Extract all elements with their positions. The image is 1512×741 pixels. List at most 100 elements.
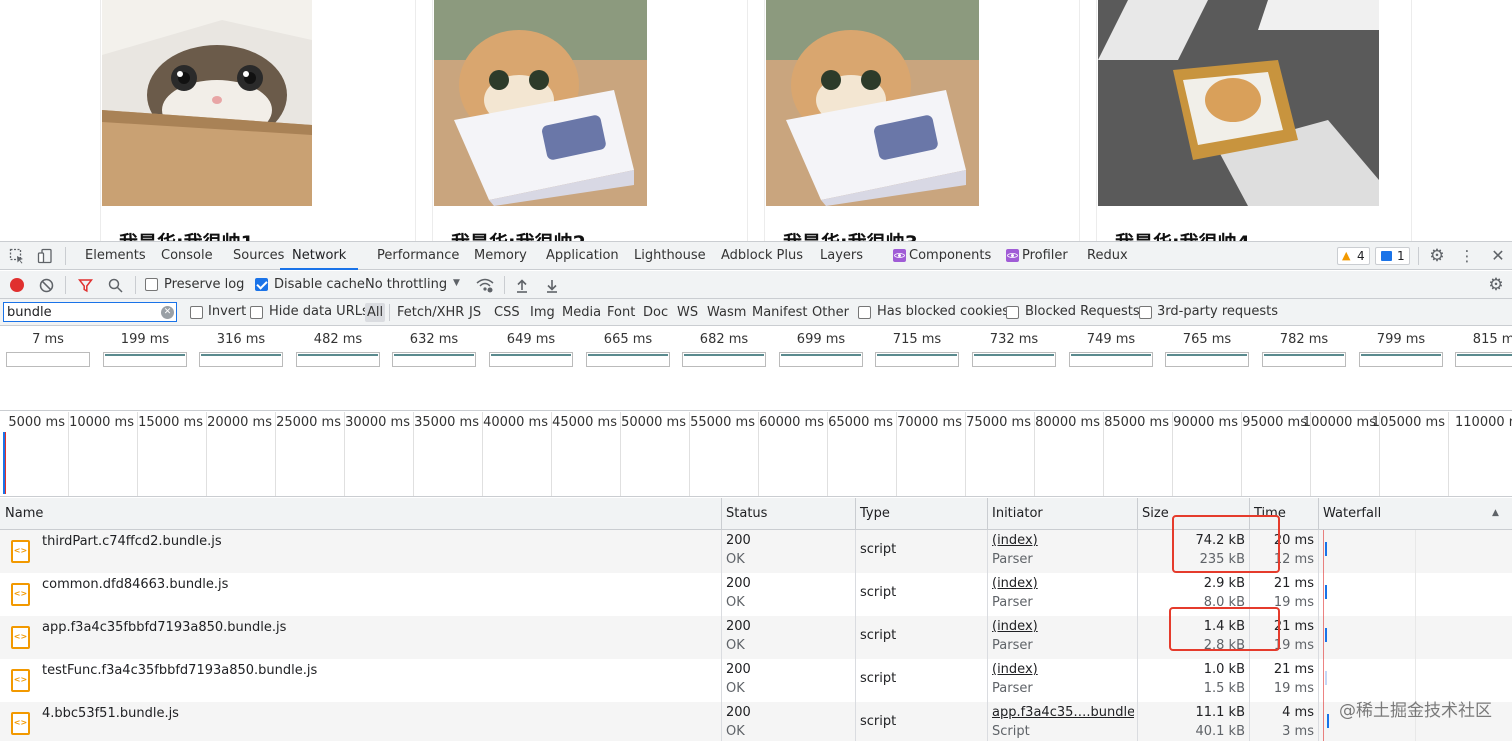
filter-type-ws[interactable]: WS (675, 303, 700, 322)
tab-components[interactable]: Components (909, 242, 991, 270)
blocked-requests-checkbox[interactable] (1006, 306, 1019, 319)
column-divider[interactable] (855, 530, 856, 741)
filmstrip-frame[interactable]: 749 ms (1063, 327, 1159, 410)
filter-type-doc[interactable]: Doc (641, 303, 670, 322)
request-initiator-link[interactable]: app.f3a4c35….bundle… (992, 705, 1134, 721)
filmstrip-frame[interactable]: 699 ms (773, 327, 869, 410)
column-divider[interactable] (1137, 530, 1138, 741)
tab-profiler[interactable]: Profiler (1022, 242, 1068, 270)
column-header-name[interactable]: Name (0, 498, 722, 530)
column-header-status[interactable]: Status (721, 498, 856, 530)
column-header-initiator[interactable]: Initiator (987, 498, 1138, 530)
tab-adblock-plus[interactable]: Adblock Plus (721, 242, 803, 270)
tab-memory[interactable]: Memory (474, 242, 527, 270)
filter-type-font[interactable]: Font (605, 303, 637, 322)
column-divider[interactable] (987, 530, 988, 741)
table-row[interactable]: common.dfd84663.bundle.js 200 OK script … (0, 573, 1512, 616)
waterfall-bar (1325, 628, 1327, 642)
hide-data-urls-checkbox[interactable] (250, 306, 263, 319)
tab-application[interactable]: Application (546, 242, 619, 270)
preserve-log-checkbox[interactable] (145, 278, 158, 291)
filter-type-media[interactable]: Media (560, 303, 603, 322)
cat-card-2: 我是华:我很帅2 (432, 0, 748, 241)
frame-time: 482 ms (313, 332, 363, 347)
filmstrip-frame[interactable]: 715 ms (869, 327, 965, 410)
filter-type-js[interactable]: JS (467, 303, 483, 322)
invert-checkbox[interactable] (190, 306, 203, 319)
request-initiator-type: Parser (992, 552, 1033, 567)
filter-type-other[interactable]: Other (810, 303, 851, 322)
tab-layers[interactable]: Layers (820, 242, 863, 270)
request-initiator-link[interactable]: (index) (992, 662, 1038, 678)
clear-filter-icon[interactable]: ✕ (161, 306, 174, 319)
filter-type-img[interactable]: Img (528, 303, 557, 322)
table-row[interactable]: thirdPart.c74ffcd2.bundle.js 200 OK scri… (0, 530, 1512, 573)
request-initiator-link[interactable]: (index) (992, 619, 1038, 635)
overview-tick-label: 20000 ms (207, 415, 272, 430)
tab-redux[interactable]: Redux (1087, 242, 1128, 270)
filter-type-all[interactable]: All (365, 303, 386, 322)
filmstrip-frame[interactable]: 316 ms (193, 327, 289, 410)
third-party-requests-checkbox[interactable] (1139, 306, 1152, 319)
filter-icon[interactable] (76, 277, 94, 293)
network-conditions-icon[interactable] (476, 277, 494, 293)
tab-lighthouse[interactable]: Lighthouse (634, 242, 706, 270)
filter-input[interactable] (3, 302, 177, 322)
filter-type-fetch-xhr[interactable]: Fetch/XHR (395, 303, 466, 322)
request-status: 200 (726, 576, 751, 591)
warnings-badge[interactable]: ▲ 4 (1337, 247, 1370, 265)
network-settings-gear-icon[interactable]: ⚙ (1487, 277, 1505, 294)
more-options-icon[interactable]: ⋮ (1459, 248, 1475, 264)
filmstrip-frame[interactable]: 815 ms (1449, 327, 1512, 410)
tab-sources[interactable]: Sources (233, 242, 284, 270)
has-blocked-cookies-checkbox[interactable] (858, 306, 871, 319)
column-divider[interactable] (1318, 530, 1319, 741)
column-header-type[interactable]: Type (855, 498, 988, 530)
filmstrip-frame[interactable]: 682 ms (676, 327, 772, 410)
request-initiator-link[interactable]: (index) (992, 576, 1038, 592)
search-icon[interactable] (106, 277, 124, 293)
filmstrip-frame[interactable]: 765 ms (1159, 327, 1255, 410)
disable-cache-checkbox[interactable] (255, 278, 268, 291)
column-header-waterfall[interactable]: Waterfall (1318, 498, 1512, 530)
tab-elements[interactable]: Elements (85, 242, 146, 270)
tab-console[interactable]: Console (161, 242, 213, 270)
tab-network[interactable]: Network (280, 242, 359, 270)
filmstrip-frame[interactable]: 732 ms (966, 327, 1062, 410)
table-row[interactable]: 4.bbc53f51.bundle.js 200 OK script app.f… (0, 702, 1512, 741)
overview-tick: 80000 ms (1035, 412, 1104, 496)
settings-gear-icon[interactable]: ⚙ (1428, 248, 1446, 265)
filmstrip-frame[interactable]: 482 ms (290, 327, 386, 410)
filmstrip-frame[interactable]: 799 ms (1353, 327, 1449, 410)
request-initiator-type: Parser (992, 595, 1033, 610)
filter-type-manifest[interactable]: Manifest (750, 303, 809, 322)
filmstrip-frame[interactable]: 782 ms (1256, 327, 1352, 410)
filter-type-css[interactable]: CSS (492, 303, 522, 322)
device-toolbar-icon[interactable] (36, 248, 54, 264)
sort-ascending-icon[interactable]: ▲ (1492, 508, 1499, 518)
filmstrip-frame[interactable]: 665 ms (580, 327, 676, 410)
table-row[interactable]: app.f3a4c35fbbfd7193a850.bundle.js 200 O… (0, 616, 1512, 659)
filmstrip-frame[interactable]: 199 ms (97, 327, 193, 410)
column-divider[interactable] (721, 530, 722, 741)
filter-type-wasm[interactable]: Wasm (705, 303, 748, 322)
clear-icon[interactable] (38, 277, 54, 293)
table-row[interactable]: testFunc.f3a4c35fbbfd7193a850.bundle.js … (0, 659, 1512, 702)
overview-tick: 95000 ms (1242, 412, 1311, 496)
export-har-icon[interactable] (544, 277, 560, 293)
filmstrip-frame[interactable]: 649 ms (483, 327, 579, 410)
network-overview-timeline[interactable]: 5000 ms 10000 ms 15000 ms 20000 ms 25000… (0, 412, 1512, 497)
record-button-icon[interactable] (10, 278, 24, 292)
filmstrip-frame[interactable]: 632 ms (386, 327, 482, 410)
overview-tick: 55000 ms (690, 412, 759, 496)
tab-performance[interactable]: Performance (377, 242, 459, 270)
filmstrip-frame[interactable]: 7 ms (0, 327, 96, 410)
close-devtools-icon[interactable]: ✕ (1489, 247, 1507, 265)
throttling-select[interactable]: No throttling ▼ (361, 275, 465, 295)
messages-badge[interactable]: 1 (1375, 247, 1410, 265)
size-highlight-box (1172, 515, 1280, 573)
request-initiator-link[interactable]: (index) (992, 533, 1038, 549)
frame-thumbnail (199, 352, 283, 367)
inspect-element-icon[interactable] (8, 248, 26, 264)
import-har-icon[interactable] (514, 277, 530, 293)
